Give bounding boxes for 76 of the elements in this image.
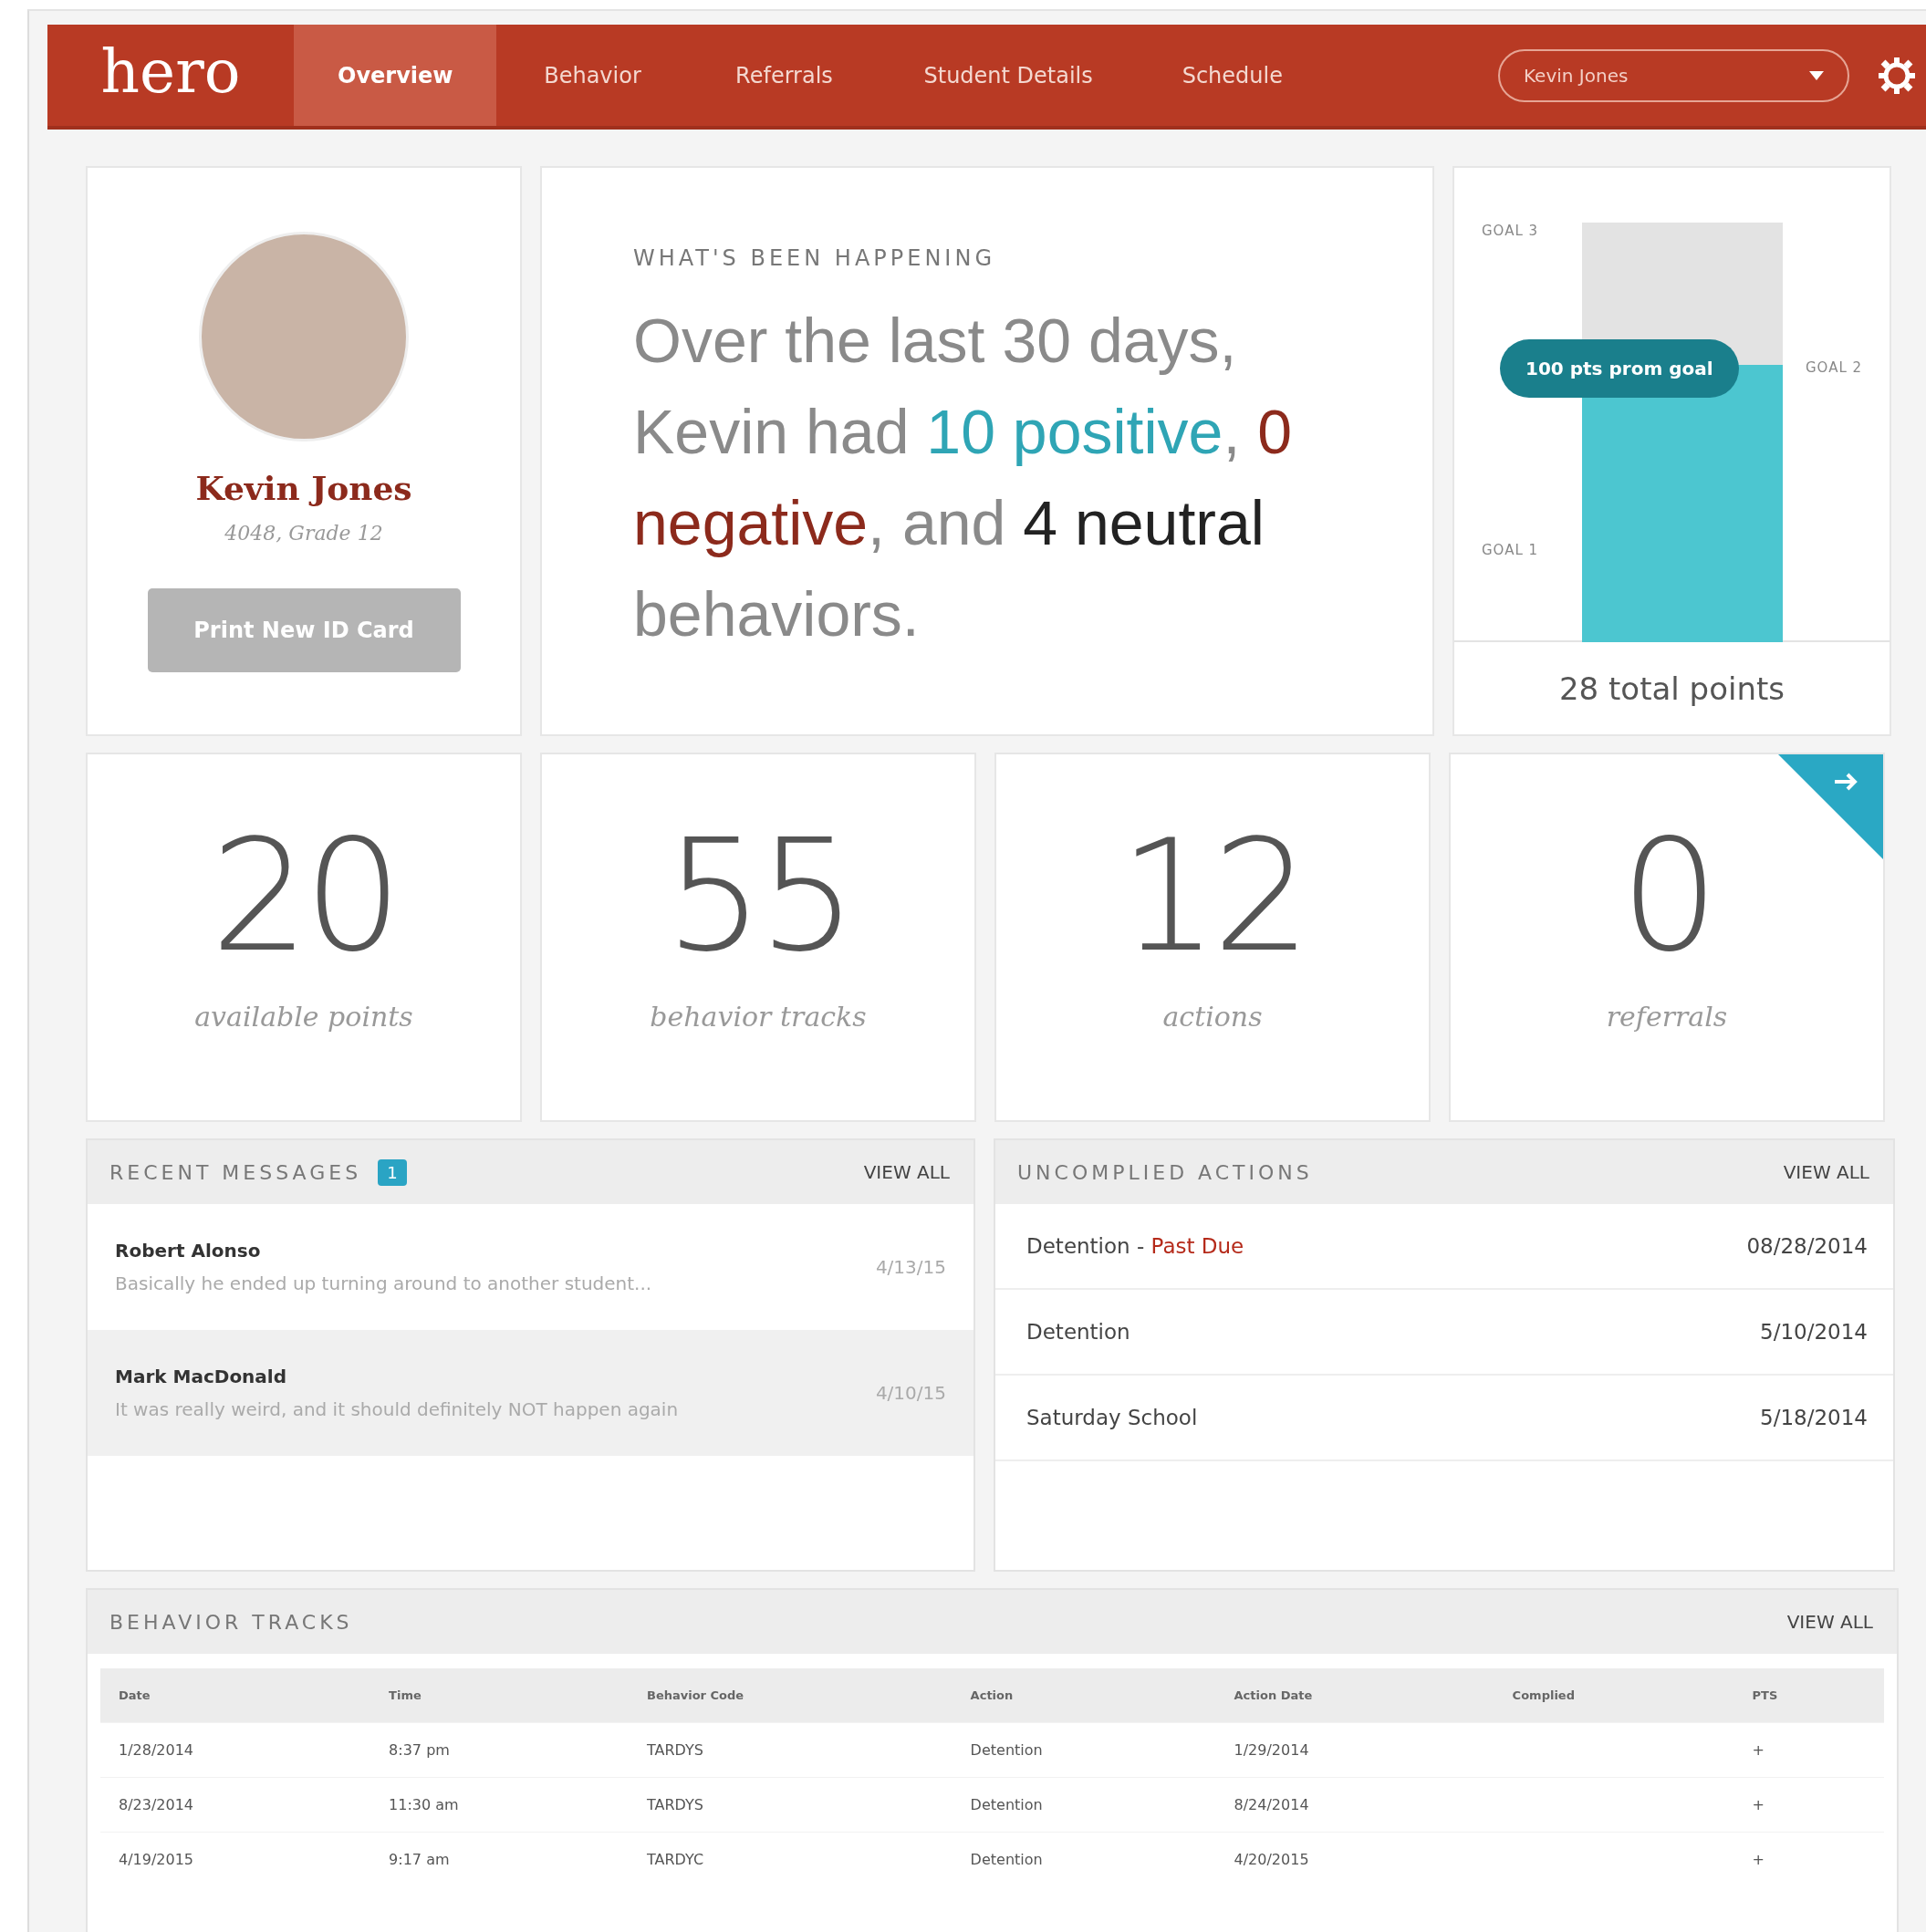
message-preview: It was really weird, and it should definitely NOT happen again (115, 1398, 679, 1420)
table-cell: 9:17 am (370, 1832, 629, 1886)
panel-title: UNCOMPLIED ACTIONS (1017, 1160, 1313, 1184)
view-all-link[interactable]: VIEW ALL (1786, 1611, 1873, 1633)
message-item[interactable]: Robert Alonso Basically he ended up turning around to another student... 4/13/15 (88, 1204, 973, 1330)
table-cell: Detention (952, 1722, 1216, 1778)
message-date: 4/13/15 (875, 1256, 946, 1278)
table-cell: 1/28/2014 (100, 1722, 371, 1778)
stat-value: 20 (210, 818, 398, 973)
table-cell: + (1733, 1832, 1884, 1886)
table-cell: 8/24/2014 (1215, 1777, 1494, 1833)
action-name: Detention (1026, 1320, 1130, 1344)
stat-value: 0 (1619, 818, 1714, 973)
table-cell: 8:37 pm (370, 1722, 629, 1778)
action-row[interactable]: Detention 5/10/2014 (995, 1290, 1893, 1376)
table-cell: 11:30 am (370, 1777, 629, 1833)
nav-tab[interactable]: Student Details (880, 25, 1137, 126)
table-cell: 8/23/2014 (100, 1777, 371, 1833)
action-row[interactable]: Detention - Past Due 08/28/2014 (995, 1204, 1893, 1290)
table-cell: TARDYS (629, 1722, 953, 1778)
stat-label: referrals (1606, 1001, 1728, 1033)
message-item[interactable]: Mark MacDonald It was really weird, and it should definitely NOT happen again 4/10/15 (88, 1330, 973, 1456)
goal-label: GOAL 2 (1806, 359, 1863, 376)
table-cell: + (1733, 1722, 1884, 1778)
column-header: Behavior Code (629, 1668, 953, 1723)
table-cell: 4/19/2015 (100, 1832, 371, 1886)
total-points: 28 total points (1557, 669, 1786, 709)
stat-label: actions (1162, 1001, 1263, 1033)
column-header: Action Date (1215, 1668, 1494, 1723)
view-all-link[interactable]: VIEW ALL (863, 1161, 950, 1183)
nav-tab[interactable]: Schedule (1136, 25, 1328, 126)
table-cell: 1/29/2014 (1215, 1722, 1494, 1778)
panel-title: RECENT MESSAGES (109, 1160, 362, 1184)
student-select[interactable]: Kevin Jones (1498, 48, 1849, 102)
goal-tooltip: 100 pts prom goal (1500, 339, 1739, 398)
settings-icon[interactable] (1877, 55, 1917, 96)
column-header: Date (100, 1668, 371, 1723)
goal-label: GOAL 1 (1482, 542, 1539, 558)
summary-heading: WHAT'S BEEN HAPPENING (633, 245, 996, 271)
column-header: Action (952, 1668, 1216, 1723)
column-header: Complied (1494, 1668, 1734, 1723)
action-row[interactable]: Saturday School 5/18/2014 (995, 1376, 1893, 1461)
count-badge: 1 (378, 1158, 407, 1186)
panel-title: BEHAVIOR TRACKS (109, 1610, 353, 1634)
table-cell: 4/20/2015 (1215, 1832, 1494, 1886)
message-sender: Mark MacDonald (115, 1366, 288, 1387)
nav-tab[interactable]: Referrals (688, 25, 880, 126)
column-header: Time (370, 1668, 629, 1723)
view-all-link[interactable]: VIEW ALL (1783, 1161, 1869, 1183)
summary-sentence: Over the last 30 days, Kevin had 10 positive, 0 negative, and 4 neutral behaviors. (633, 305, 1294, 650)
action-name: Detention - Past Due (1026, 1234, 1244, 1258)
table-cell: + (1733, 1777, 1884, 1833)
action-date: 08/28/2014 (1746, 1234, 1868, 1258)
stat-label: available points (194, 1001, 413, 1033)
table-cell: Detention (952, 1832, 1216, 1886)
column-header: PTS (1733, 1668, 1884, 1723)
message-preview: Basically he ended up turning around to another student... (115, 1272, 652, 1294)
table-cell: TARDYS (629, 1777, 953, 1833)
stat-label: behavior tracks (650, 1001, 867, 1033)
stat-value: 12 (1119, 818, 1307, 973)
nav-tab[interactable]: Overview (294, 25, 497, 126)
action-date: 5/18/2014 (1760, 1406, 1868, 1429)
nav-tab[interactable]: Behavior (496, 25, 689, 126)
goal-label: GOAL 3 (1482, 223, 1539, 239)
action-date: 5/10/2014 (1760, 1320, 1868, 1344)
arrow-corner-icon[interactable] (1778, 754, 1883, 859)
message-date: 4/10/15 (875, 1382, 946, 1404)
message-sender: Robert Alonso (115, 1240, 262, 1262)
action-name: Saturday School (1026, 1406, 1198, 1429)
logo[interactable]: hero (47, 25, 294, 126)
student-details: 4048, Grade 12 (224, 522, 383, 545)
table-cell: Detention (952, 1777, 1216, 1833)
student-name: Kevin Jones (195, 469, 412, 507)
table-cell: TARDYC (629, 1832, 953, 1886)
stat-value: 55 (664, 818, 852, 973)
caret-icon (1809, 70, 1824, 80)
